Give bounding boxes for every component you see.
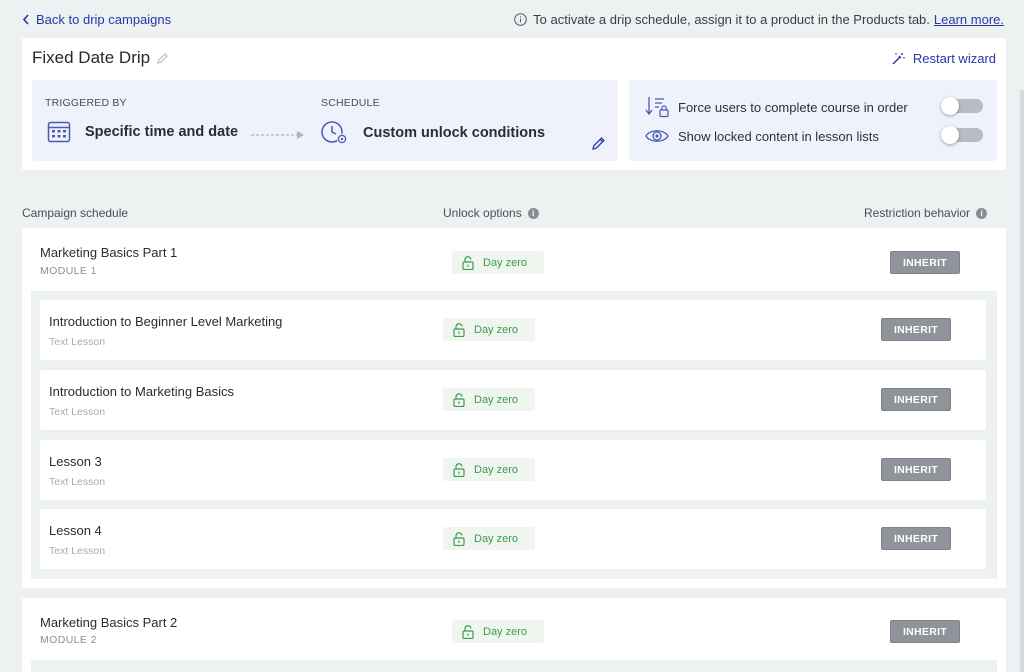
info-circle-icon <box>514 12 527 26</box>
lesson-title: Lesson 4 <box>49 523 102 538</box>
page-title: Fixed Date Drip <box>32 48 151 67</box>
activation-notice: To activate a drip schedule, assign it t… <box>514 12 1004 27</box>
module-lessons-list: Introduction to Beginner Level Marketing… <box>31 291 997 579</box>
unlock-icon <box>453 462 465 477</box>
unlock-option-chip[interactable]: Day zero <box>443 318 535 341</box>
back-to-campaigns-link[interactable]: Back to drip campaigns <box>22 12 171 27</box>
restriction-inherit-button[interactable]: INHERIT <box>881 318 951 341</box>
unlock-icon <box>453 531 465 546</box>
edit-schedule-pencil-icon[interactable] <box>591 136 606 151</box>
module-title: Marketing Basics Part 2 <box>40 615 178 630</box>
unlock-option-chip[interactable]: Day zero <box>452 620 544 643</box>
restriction-behavior-label: Restriction behavior <box>864 206 971 220</box>
back-link-label: Back to drip campaigns <box>36 11 172 27</box>
setting-show-locked: Show locked content in lesson lists <box>645 125 983 147</box>
campaign-header-card: Fixed Date Drip Restart wizard TRIGGERED… <box>22 38 1006 170</box>
top-bar: Back to drip campaigns To activate a dri… <box>0 0 1024 38</box>
column-restriction-behavior: Restriction behavior i <box>864 206 988 220</box>
column-campaign-schedule: Campaign schedule <box>22 206 129 220</box>
page-scrollbar[interactable] <box>1020 90 1024 672</box>
triggered-by-label: TRIGGERED BY <box>45 97 127 109</box>
clock-gear-icon <box>321 121 348 145</box>
triggered-by-text: Specific time and date <box>85 124 239 140</box>
schedule-label: SCHEDULE <box>321 97 380 109</box>
lesson-type: Text Lesson <box>49 545 106 557</box>
setting-show-locked-label: Show locked content in lesson lists <box>678 128 879 144</box>
module-card: Marketing Basics Part 2 MODULE 2 Day zer… <box>22 598 1006 672</box>
lesson-row: Lesson 4 Text Lesson Day zero INHERIT <box>40 509 986 569</box>
unlock-option-label: Day zero <box>474 323 519 336</box>
schedule-value: Custom unlock conditions <box>321 120 545 146</box>
flow-arrow-icon <box>251 131 304 139</box>
unlock-option-chip[interactable]: Day zero <box>443 458 535 481</box>
restriction-inherit-button[interactable]: INHERIT <box>890 251 960 274</box>
unlock-option-chip[interactable]: Day zero <box>452 251 544 274</box>
magic-wand-icon <box>892 52 905 64</box>
unlock-option-label: Day zero <box>474 393 519 406</box>
unlock-option-chip[interactable]: Day zero <box>443 388 535 411</box>
restriction-inherit-button[interactable]: INHERIT <box>881 388 951 411</box>
restriction-info-icon[interactable]: i <box>976 207 988 219</box>
triggered-by-value: Specific time and date <box>47 120 238 144</box>
trigger-schedule-panel: TRIGGERED BY Specific time and date SCHE… <box>32 80 618 161</box>
module-label: MODULE 1 <box>40 265 97 277</box>
unlock-option-label: Day zero <box>474 532 519 545</box>
show-locked-toggle[interactable] <box>941 126 983 144</box>
schedule-column-headers: Campaign schedule Unlock options i Restri… <box>0 206 1024 222</box>
restriction-inherit-button[interactable]: INHERIT <box>881 527 951 550</box>
force-order-toggle[interactable] <box>941 97 983 115</box>
lesson-row: Lesson 3 Text Lesson Day zero INHERIT <box>40 440 986 500</box>
lesson-title: Lesson 3 <box>49 454 102 469</box>
unlock-options-label: Unlock options <box>443 206 522 220</box>
module-card: Marketing Basics Part 1 MODULE 1 Day zer… <box>22 228 1006 588</box>
sort-lock-icon <box>645 97 669 118</box>
unlock-option-label: Day zero <box>483 256 528 269</box>
restriction-inherit-button[interactable]: INHERIT <box>890 620 960 643</box>
lesson-title: Introduction to Marketing Basics <box>49 384 234 399</box>
edit-title-pencil-icon[interactable] <box>156 52 169 65</box>
module-lessons-list <box>31 660 997 672</box>
lesson-title: Introduction to Beginner Level Marketing <box>49 314 283 329</box>
unlock-info-icon[interactable]: i <box>527 207 539 219</box>
course-settings-panel: Force users to complete course in order … <box>629 80 997 161</box>
setting-force-order: Force users to complete course in order <box>645 96 983 118</box>
restart-wizard-button[interactable]: Restart wizard <box>891 51 996 66</box>
unlock-icon <box>453 322 465 337</box>
column-unlock-options: Unlock options i <box>443 206 539 220</box>
calendar-icon <box>47 121 71 143</box>
unlock-icon <box>453 392 465 407</box>
notice-text: To activate a drip schedule, assign it t… <box>533 11 930 27</box>
setting-force-order-label: Force users to complete course in order <box>678 99 908 115</box>
lesson-type: Text Lesson <box>49 476 106 488</box>
module-title: Marketing Basics Part 1 <box>40 245 178 260</box>
unlock-icon <box>462 624 474 639</box>
unlock-option-label: Day zero <box>483 625 528 638</box>
schedule-text: Custom unlock conditions <box>363 125 546 141</box>
lesson-row: Introduction to Marketing Basics Text Le… <box>40 370 986 430</box>
unlock-option-chip[interactable]: Day zero <box>443 527 535 550</box>
eye-icon <box>645 130 669 142</box>
restriction-inherit-button[interactable]: INHERIT <box>881 458 951 481</box>
lesson-row: Introduction to Beginner Level Marketing… <box>40 300 986 360</box>
lesson-type: Text Lesson <box>49 406 106 418</box>
learn-more-link[interactable]: Learn more. <box>934 12 1004 27</box>
unlock-icon <box>462 255 474 270</box>
lesson-type: Text Lesson <box>49 336 106 348</box>
module-label: MODULE 2 <box>40 634 97 646</box>
chevron-left-icon <box>22 13 29 25</box>
unlock-option-label: Day zero <box>474 463 519 476</box>
restart-wizard-label: Restart wizard <box>912 51 996 66</box>
